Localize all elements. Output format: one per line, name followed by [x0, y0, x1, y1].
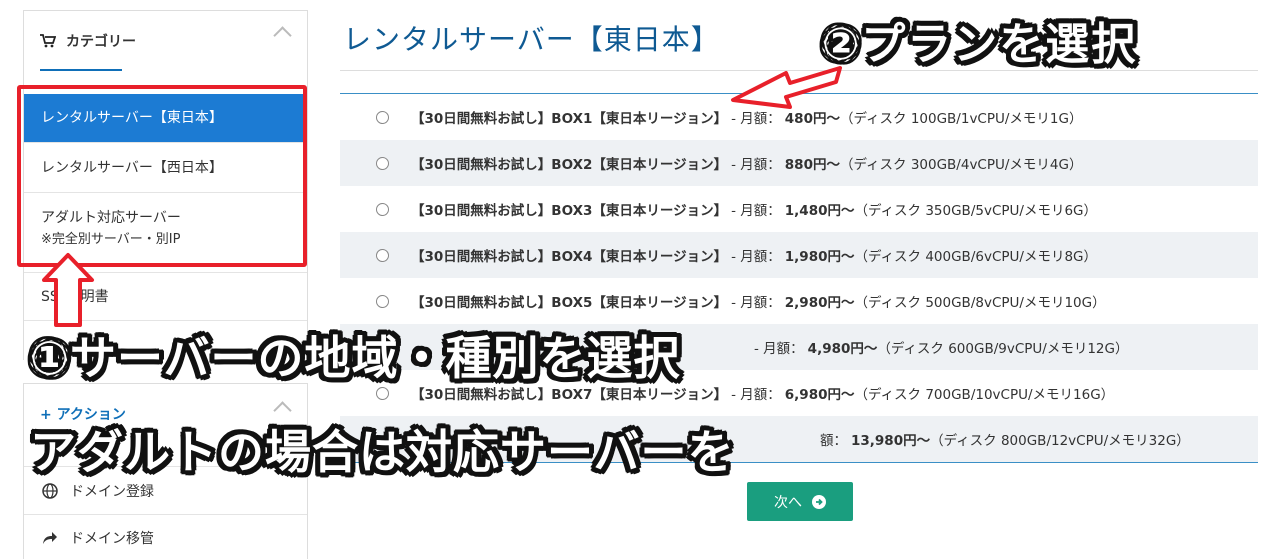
- plan-spec: （ディスク 500GB/8vCPU/メモリ10G）: [854, 295, 1106, 311]
- annotation-step2: ②プランを選択: [822, 19, 1138, 70]
- plan-row[interactable]: 【30日間無料お試し】BOX4【東日本リージョン】 - 月額： 1,980円〜 …: [340, 232, 1258, 278]
- page-title: レンタルサーバー【東日本】: [343, 23, 720, 56]
- plan-radio[interactable]: [376, 248, 389, 262]
- plan-price: 4,980円〜: [807, 341, 878, 357]
- annotation-step1: ①サーバーの地域・種別を選択: [30, 331, 681, 385]
- plan-radio[interactable]: [376, 294, 389, 308]
- plan-spec: （ディスク 800GB/12vCPU/メモリ32G）: [930, 433, 1190, 449]
- plan-name: 【30日間無料お試し】BOX3【東日本リージョン】: [411, 203, 728, 219]
- plan-radio[interactable]: [376, 202, 389, 216]
- sidebar-item-label: SSL証明書: [41, 289, 109, 305]
- sidebar-item-ssl[interactable]: SSL証明書: [24, 272, 307, 320]
- plan-name: 【30日間無料お試し】BOX1【東日本リージョン】: [411, 111, 728, 127]
- plan-spec: （ディスク 600GB/9vCPU/メモリ12G）: [877, 341, 1129, 357]
- plan-spec: （ディスク 100GB/1vCPU/メモリ1G）: [839, 111, 1083, 127]
- plan-separator: - 月額：: [731, 203, 781, 219]
- action-label: ドメイン移管: [70, 530, 154, 547]
- plan-price: 6,980円〜: [784, 387, 855, 403]
- arrow-right-circle-icon: [812, 494, 826, 509]
- plan-separator: - 月額：: [754, 341, 804, 357]
- plan-separator: - 月額：: [731, 387, 781, 403]
- plan-price: 13,980円〜: [851, 433, 931, 449]
- title-underline: [40, 69, 122, 71]
- plan-radio[interactable]: [376, 156, 389, 170]
- plan-spec: （ディスク 700GB/10vCPU/メモリ16G）: [854, 387, 1115, 403]
- plan-price: 1,480円〜: [784, 203, 855, 219]
- plan-separator: - 月額：: [731, 157, 781, 173]
- share-arrow-icon: [43, 531, 57, 544]
- plan-price: 480円〜: [784, 111, 840, 127]
- category-title-label: カテゴリー: [66, 34, 136, 50]
- plan-radio[interactable]: [376, 386, 389, 400]
- action-label: ドメイン登録: [70, 483, 154, 500]
- plan-separator: - 月額：: [731, 295, 781, 311]
- plan-price: 880円〜: [784, 157, 840, 173]
- plan-row[interactable]: 【30日間無料お試し】BOX2【東日本リージョン】 - 月額： 880円〜 （デ…: [340, 140, 1258, 186]
- plan-separator: 額：: [820, 433, 847, 449]
- plan-name: 【30日間無料お試し】BOX5【東日本リージョン】: [411, 295, 728, 311]
- plan-price: 2,980円〜: [784, 295, 855, 311]
- plan-spec: （ディスク 350GB/5vCPU/メモリ6G）: [854, 203, 1097, 219]
- plan-separator: - 月額：: [731, 111, 781, 127]
- plan-separator: - 月額：: [731, 249, 781, 265]
- plan-price: 1,980円〜: [784, 249, 855, 265]
- plan-spec: （ディスク 300GB/4vCPU/メモリ4G）: [839, 157, 1083, 173]
- annotation-step1-note: アダルトの場合は対応サーバーを: [30, 425, 735, 479]
- plan-radio[interactable]: [376, 110, 389, 124]
- plan-name: 【30日間無料お試し】BOX4【東日本リージョン】: [411, 249, 728, 265]
- annotation-highlight-box: [17, 85, 307, 267]
- plan-spec: （ディスク 400GB/6vCPU/メモリ8G）: [854, 249, 1097, 265]
- plan-row[interactable]: 【30日間無料お試し】BOX3【東日本リージョン】 - 月額： 1,480円〜 …: [340, 186, 1258, 232]
- next-button[interactable]: 次へ: [747, 482, 853, 521]
- plan-row[interactable]: 【30日間無料お試し】BOX5【東日本リージョン】 - 月額： 2,980円〜 …: [340, 278, 1258, 324]
- globe-icon: [42, 482, 58, 499]
- category-title: カテゴリー: [40, 31, 136, 51]
- action-domain-transfer[interactable]: ドメイン移管: [24, 514, 307, 559]
- category-panel-header[interactable]: カテゴリー: [24, 11, 307, 93]
- next-button-label: 次へ: [774, 493, 802, 510]
- plan-name: 【30日間無料お試し】BOX2【東日本リージョン】: [411, 157, 728, 173]
- plan-row[interactable]: 【30日間無料お試し】BOX1【東日本リージョン】 - 月額： 480円〜 （デ…: [340, 94, 1258, 140]
- chevron-up-icon[interactable]: [273, 26, 292, 45]
- cart-icon: [40, 34, 56, 48]
- plan-list: 【30日間無料お試し】BOX1【東日本リージョン】 - 月額： 480円〜 （デ…: [340, 93, 1258, 463]
